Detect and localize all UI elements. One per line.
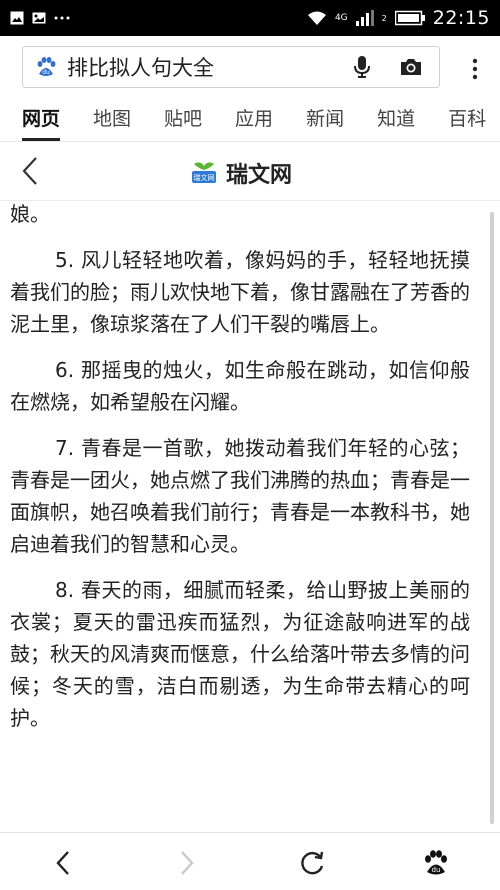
article-paragraph: 6. 那摇曳的烛火，如生命般在跳动，如信仰般在燃烧，如希望般在闪耀。: [10, 358, 470, 414]
article-paragraph: 8. 春天的雨，细腻而轻柔，给山野披上美丽的衣裳；夏天的雷迅疾而猛烈，为征途敲响…: [10, 578, 470, 730]
status-time: 22:15: [432, 7, 490, 29]
site-logo-text: 瑞文网: [194, 173, 215, 182]
wifi-icon: [307, 10, 327, 26]
photo-icon: [32, 11, 46, 25]
article-body: 娘。 5. 风儿轻轻地吹着，像妈妈的手，轻轻地抚摸着我们的脸；雨儿欢快地下着，像…: [0, 200, 484, 734]
image-icon: [10, 11, 24, 25]
article-paragraph: 7. 青春是一首歌，她拨动着我们年轻的心弦；青春是一团火，她点燃了我们沸腾的热血…: [10, 436, 470, 556]
site-header: 瑞文网 瑞文网: [0, 142, 500, 201]
tab-news[interactable]: 新闻: [306, 104, 344, 141]
baidu-paw-icon: du: [35, 56, 57, 78]
tab-zhidao[interactable]: 知道: [377, 104, 415, 141]
svg-text:du: du: [432, 866, 441, 874]
more-vertical-icon[interactable]: [472, 58, 478, 80]
search-query: 排比拟人句大全: [67, 56, 214, 80]
tab-baike[interactable]: 百科: [448, 104, 486, 141]
network-type: 4G: [334, 13, 348, 23]
status-left: [10, 11, 70, 25]
back-arrow-icon[interactable]: [50, 849, 78, 877]
camera-icon[interactable]: [399, 57, 423, 77]
battery-icon: [394, 10, 425, 26]
forward-arrow-icon[interactable]: [172, 849, 200, 877]
tab-apps[interactable]: 应用: [235, 104, 273, 141]
baidu-paw-icon[interactable]: du: [422, 849, 450, 877]
tab-tieba[interactable]: 贴吧: [164, 104, 202, 141]
sim-slot: 2: [381, 13, 387, 23]
site-brand: 瑞文网 瑞文网: [190, 157, 292, 189]
more-dots-icon: [54, 16, 70, 20]
svg-text:du: du: [42, 69, 50, 76]
refresh-icon[interactable]: [298, 849, 326, 877]
site-logo-icon: 瑞文网: [190, 160, 218, 186]
search-tabs: 网页 地图 贴吧 应用 新闻 知道 百科: [0, 96, 500, 142]
tab-map[interactable]: 地图: [93, 104, 131, 141]
scrollbar[interactable]: [490, 212, 494, 824]
microphone-icon[interactable]: [353, 55, 371, 79]
search-header: du 排比拟人句大全: [0, 36, 500, 96]
tab-web[interactable]: 网页: [22, 104, 61, 141]
signal-icon: [355, 10, 374, 26]
article-paragraph: 娘。: [10, 202, 50, 226]
bottom-navigation: du: [0, 832, 500, 890]
site-name: 瑞文网: [226, 163, 293, 188]
status-right: 4G 2 22:15: [307, 7, 490, 29]
article-content: 娘。 5. 风儿轻轻地吹着，像妈妈的手，轻轻地抚摸着我们的脸；雨儿欢快地下着，像…: [0, 200, 500, 832]
search-input[interactable]: du 排比拟人句大全: [22, 46, 440, 88]
back-icon[interactable]: [18, 156, 44, 186]
status-bar: 4G 2 22:15: [0, 0, 500, 36]
article-paragraph: 5. 风儿轻轻地吹着，像妈妈的手，轻轻地抚摸着我们的脸；雨儿欢快地下着，像甘露融…: [10, 248, 470, 336]
